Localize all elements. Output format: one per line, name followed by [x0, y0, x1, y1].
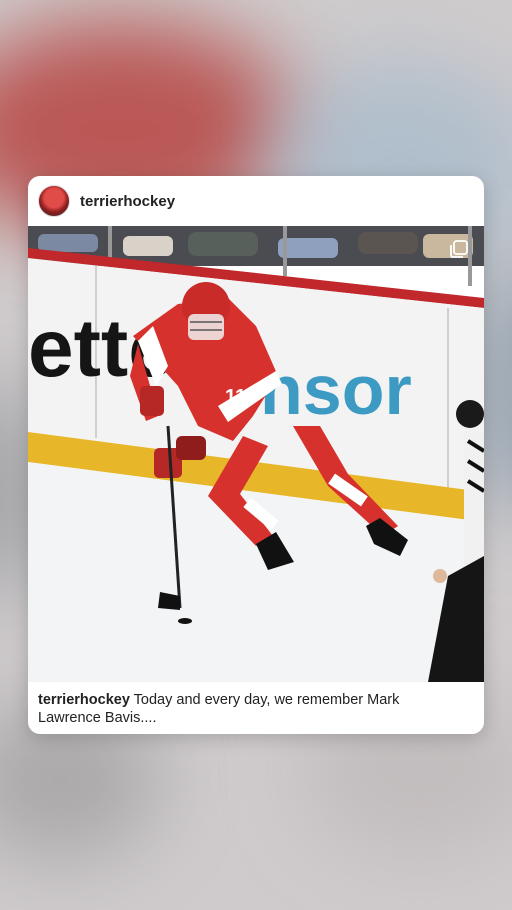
post-photo[interactable]: ette nsor 11	[28, 226, 484, 682]
multiple-photos-icon	[450, 240, 468, 258]
caption-username[interactable]: terrierhockey	[38, 692, 130, 708]
post-preview-card[interactable]: terrierhockey ette nsor 11 terrierhockey…	[28, 176, 484, 734]
board-text-right: nsor	[260, 351, 412, 429]
post-header: terrierhockey	[28, 176, 484, 226]
post-caption: terrierhockey Today and every day, we re…	[38, 691, 458, 727]
jersey-number: 11	[225, 386, 246, 408]
post-username[interactable]: terrierhockey	[80, 193, 175, 210]
avatar[interactable]	[38, 185, 70, 217]
